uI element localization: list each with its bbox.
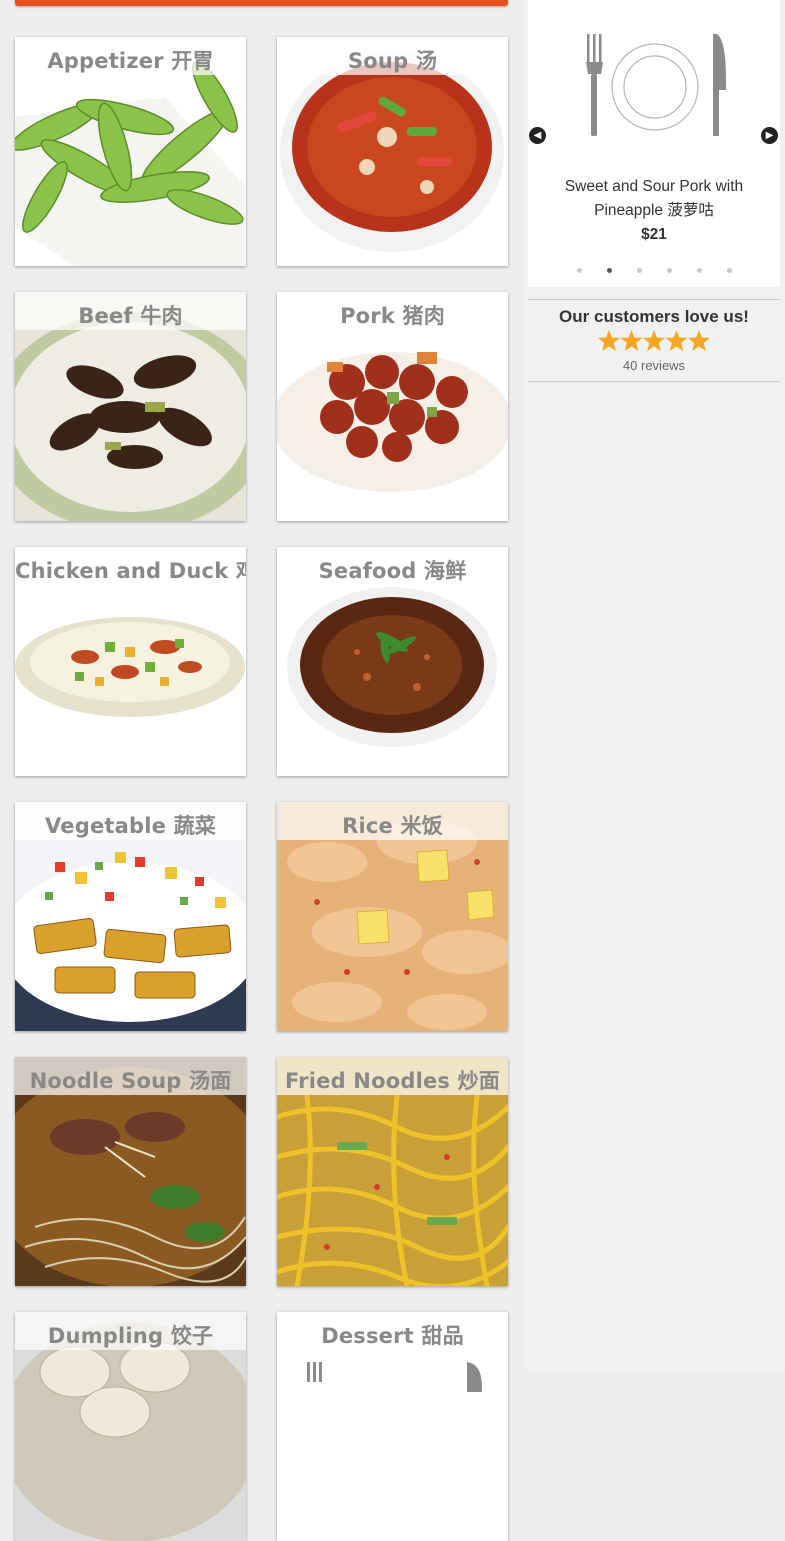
- category-title: Dessert 甜品: [321, 1324, 464, 1348]
- reviews-widget[interactable]: Our customers love us! 40 reviews: [528, 299, 780, 382]
- category-card-fried-noodles[interactable]: Fried Noodles 炒面: [277, 1057, 508, 1286]
- star-rating: [598, 330, 710, 351]
- plate-utensils-icon: [586, 34, 726, 136]
- category-title: Noodle Soup 汤面: [29, 1069, 232, 1093]
- category-card-dessert[interactable]: Dessert 甜品: [277, 1312, 508, 1541]
- slider-dot[interactable]: [606, 268, 612, 273]
- star-icon: [643, 330, 665, 351]
- reviews-count[interactable]: 40 reviews: [528, 358, 780, 373]
- category-title: Fried Noodles 炒面: [284, 1069, 501, 1093]
- category-card-chicken-duck[interactable]: Chicken and Duck 鸡鸭: [15, 547, 246, 776]
- category-card-dumpling[interactable]: Dumpling 饺子: [15, 1312, 246, 1541]
- category-card-vegetable[interactable]: Vegetable 蔬菜: [15, 802, 246, 1031]
- slider-dot[interactable]: [696, 268, 702, 273]
- featured-item-price: $21: [641, 226, 667, 243]
- featured-item-name[interactable]: Sweet and Sour Pork with Pineapple 菠萝咕: [544, 175, 764, 223]
- category-title: Rice 米饭: [342, 814, 443, 838]
- featured-item-slider: ◀ ▶ Sweet and Sour Pork with Pineapple 菠…: [528, 0, 780, 287]
- slider-dot[interactable]: [726, 268, 732, 273]
- chevron-left-icon: ◀: [533, 130, 542, 141]
- category-title: Vegetable 蔬菜: [44, 814, 216, 838]
- slider-dot[interactable]: [636, 268, 642, 273]
- star-icon: [688, 330, 710, 351]
- star-icon: [598, 330, 620, 351]
- star-icon: [665, 330, 688, 351]
- category-card-seafood[interactable]: Seafood 海鲜: [277, 547, 508, 776]
- category-title: Beef 牛肉: [78, 304, 183, 328]
- slider-dot[interactable]: [666, 268, 672, 273]
- star-icon: [620, 330, 643, 351]
- slider-next-button[interactable]: ▶: [761, 127, 778, 144]
- category-card-pork[interactable]: Pork 猪肉: [277, 292, 508, 521]
- category-card-noodle-soup[interactable]: Noodle Soup 汤面: [15, 1057, 246, 1286]
- chevron-right-icon: ▶: [765, 130, 774, 141]
- order-button[interactable]: [15, 0, 508, 6]
- category-title: Pork 猪肉: [340, 304, 445, 328]
- category-title: Soup 汤: [347, 49, 438, 73]
- category-card-beef[interactable]: Beef 牛肉: [15, 292, 246, 521]
- category-title: Chicken and Duck 鸡鸭: [15, 559, 246, 583]
- category-card-appetizer[interactable]: Appetizer 开胃: [15, 37, 246, 266]
- reviews-heading: Our customers love us!: [559, 307, 749, 326]
- slider-dot[interactable]: [576, 268, 582, 273]
- menu-categories-area: Appetizer 开胃 Soup 汤 Beef 牛肉 Pork 猪肉 Chic…: [0, 0, 523, 1541]
- category-title: Appetizer 开胃: [47, 49, 214, 73]
- category-title: Dumpling 饺子: [47, 1324, 214, 1348]
- category-card-rice[interactable]: Rice 米饭: [277, 802, 508, 1031]
- category-card-soup[interactable]: Soup 汤: [277, 37, 508, 266]
- slider-dots: [528, 268, 780, 273]
- slider-prev-button[interactable]: ◀: [529, 127, 546, 144]
- category-title: Seafood 海鲜: [318, 559, 467, 583]
